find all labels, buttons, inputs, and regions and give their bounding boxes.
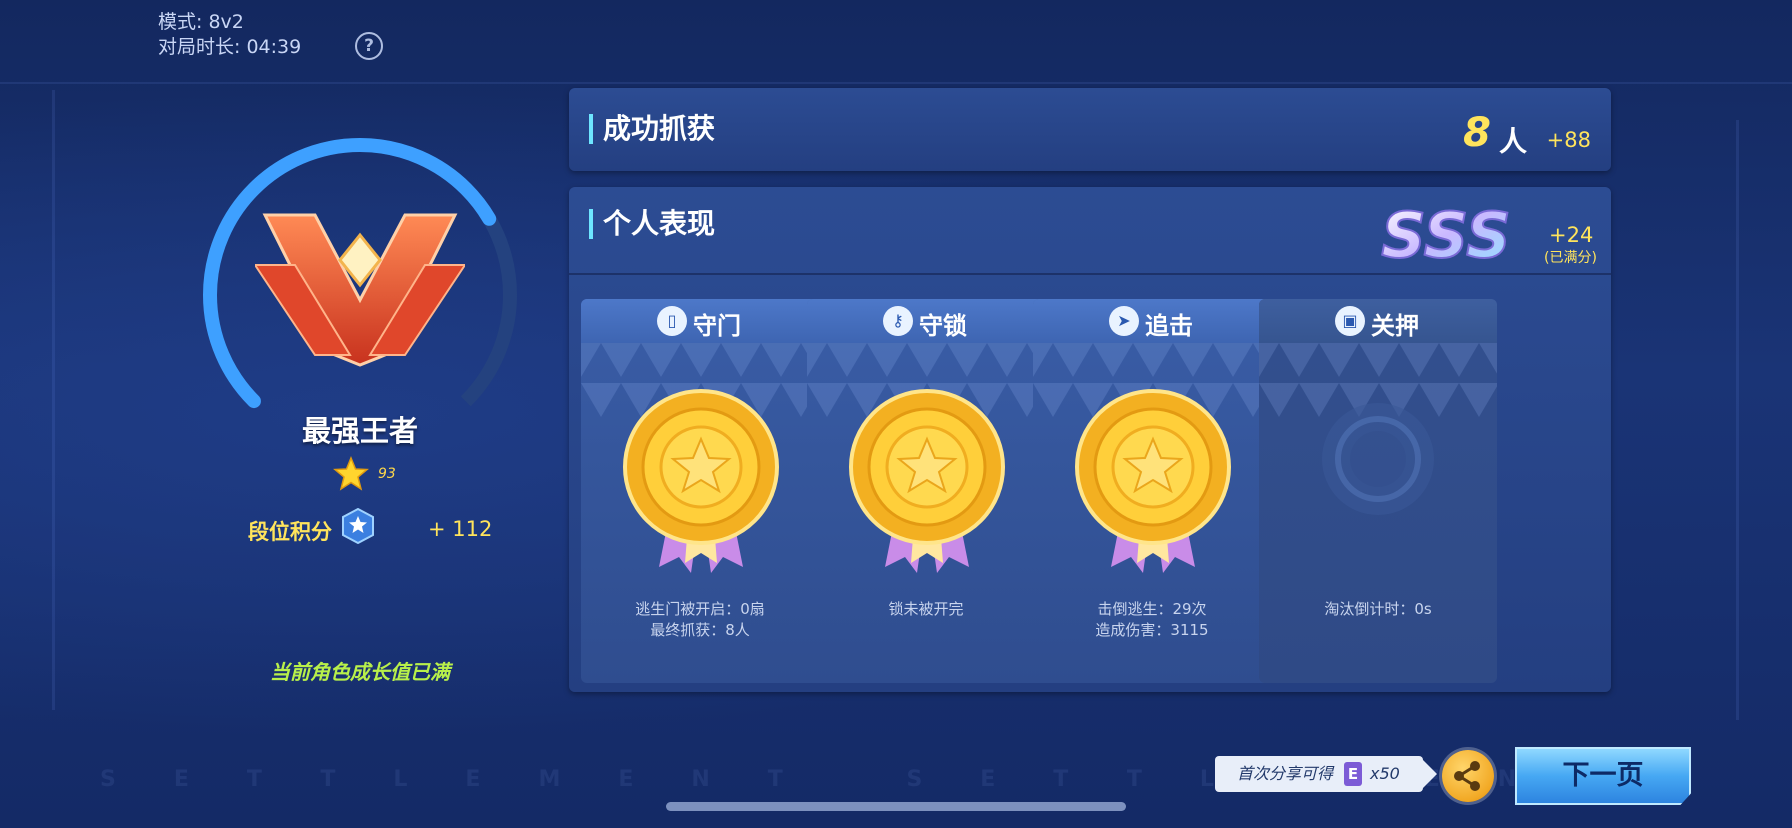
divider	[569, 273, 1611, 275]
grade-bonus: +24	[1549, 223, 1594, 247]
background-line	[52, 90, 55, 710]
card-stats: 淘汰倒计时：0s	[1259, 599, 1497, 620]
card-stat-line: 逃生门被开启：0扇	[635, 600, 765, 618]
performance-card: ▣ 关押淘汰倒计时：0s	[1259, 299, 1497, 683]
card-title: 守锁	[919, 312, 967, 340]
growth-note: 当前角色成长值已满	[270, 660, 450, 684]
grade-badge: SSS	[1380, 198, 1512, 273]
door-icon: ▯	[657, 306, 687, 336]
mode-label: 模式: 8v2	[158, 11, 244, 33]
card-title: 守门	[693, 312, 741, 340]
next-page-button[interactable]: 下一页	[1515, 747, 1691, 805]
king-rank-icon	[255, 213, 465, 367]
star-count: 93	[378, 466, 396, 482]
card-stat-line: 击倒逃生：29次	[1097, 600, 1207, 618]
card-stat-line: 淘汰倒计时：0s	[1324, 600, 1432, 618]
key-icon: ⚷	[883, 306, 913, 336]
coupon-icon: E	[1344, 762, 1362, 786]
share-tip: 首次分享可得 E x50	[1215, 756, 1437, 792]
capture-bonus: +88	[1546, 128, 1591, 152]
capture-panel: 成功抓获 8 人 +88	[569, 88, 1611, 171]
card-title: 关押	[1371, 312, 1419, 340]
rank-title: 最强王者	[301, 414, 418, 448]
card-stats: 锁未被开完	[807, 599, 1045, 620]
performance-card: ▯ 守门逃生门被开启：0扇 最终抓获：8人	[581, 299, 819, 683]
card-stat-line: 最终抓获：8人	[650, 621, 750, 639]
performance-panel: 个人表现 SSS +24 (已满分) ▯ 守门 逃生门被开启：0扇 最终抓获：8人 ⚷ 守…	[569, 187, 1611, 692]
settlement-screen: SETTLEMENT SETTLEMENT 模式: 8v2 对局时长: 04:3…	[0, 0, 1792, 828]
gold-medal-icon	[849, 389, 1005, 573]
capture-count: 8	[1463, 110, 1491, 156]
empty-medal-icon	[1322, 403, 1434, 515]
grade-bonus-note: (已满分)	[1544, 250, 1597, 266]
capture-title: 成功抓获	[589, 114, 715, 144]
performance-title: 个人表现	[589, 209, 715, 239]
home-indicator[interactable]	[666, 802, 1126, 811]
help-button[interactable]: ?	[355, 32, 383, 60]
coupon-count: x50	[1370, 764, 1400, 783]
performance-card: ⚷ 守锁锁未被开完	[807, 299, 1045, 683]
card-title: 追击	[1145, 312, 1193, 340]
star-icon	[333, 456, 369, 491]
duration-label: 对局时长: 04:39	[158, 36, 302, 58]
card-stat-line: 造成伤害：3115	[1095, 621, 1209, 639]
gold-medal-icon	[1075, 389, 1231, 573]
card-stats: 击倒逃生：29次 造成伤害：3115	[1033, 599, 1271, 641]
card-stats: 逃生门被开启：0扇 最终抓获：8人	[581, 599, 819, 641]
rank-points-value: + 112	[428, 517, 493, 541]
share-icon	[1454, 761, 1480, 791]
match-info: 模式: 8v2 对局时长: 04:39	[158, 10, 301, 60]
background-line	[1736, 120, 1739, 720]
performance-card: ➤ 追击击倒逃生：29次 造成伤害：3115	[1033, 299, 1271, 683]
rank-points-label: 段位积分	[248, 520, 332, 544]
card-stat-line: 锁未被开完	[888, 600, 964, 618]
background-line	[0, 82, 1792, 84]
chase-icon: ➤	[1109, 306, 1139, 336]
capture-unit: 人	[1498, 125, 1527, 158]
gold-medal-icon	[623, 389, 779, 573]
rank-points-icon	[342, 508, 374, 544]
grade-text: SSS	[1381, 199, 1511, 272]
share-button[interactable]	[1442, 750, 1494, 802]
prison-icon: ▣	[1335, 306, 1365, 336]
share-tip-text: 首次分享可得	[1237, 764, 1334, 783]
